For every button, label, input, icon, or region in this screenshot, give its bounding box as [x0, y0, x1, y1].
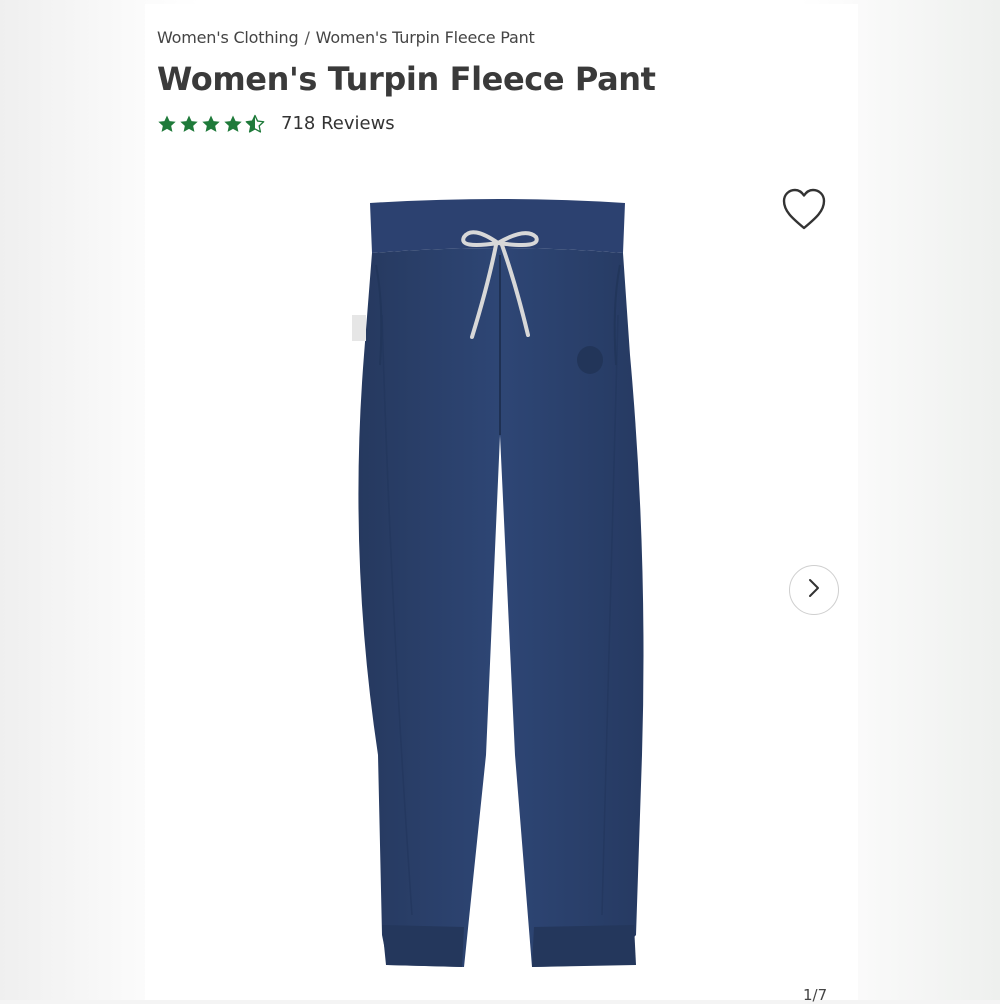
breadcrumb-separator: /	[304, 28, 310, 47]
star-half-icon	[245, 114, 265, 134]
breadcrumb-womens-clothing[interactable]: Women's Clothing	[157, 28, 299, 47]
breadcrumb: Women's Clothing / Women's Turpin Fleece P…	[157, 28, 535, 47]
star-full-icon	[201, 114, 221, 134]
image-counter: 1/7	[803, 986, 828, 1004]
fleece-pant-illustration	[352, 199, 644, 967]
chevron-right-icon	[807, 577, 821, 604]
breadcrumb-current[interactable]: Women's Turpin Fleece Pant	[316, 28, 535, 47]
star-full-icon	[179, 114, 199, 134]
product-title: Women's Turpin Fleece Pant	[157, 60, 656, 98]
next-image-button[interactable]	[789, 565, 839, 615]
star-full-icon	[223, 114, 243, 134]
star-rating	[157, 114, 265, 134]
wishlist-heart-icon[interactable]	[780, 186, 828, 232]
star-full-icon	[157, 114, 177, 134]
product-image[interactable]	[340, 195, 660, 975]
product-rating[interactable]: 718 Reviews	[157, 113, 395, 134]
reviews-link[interactable]: 718 Reviews	[281, 113, 395, 134]
